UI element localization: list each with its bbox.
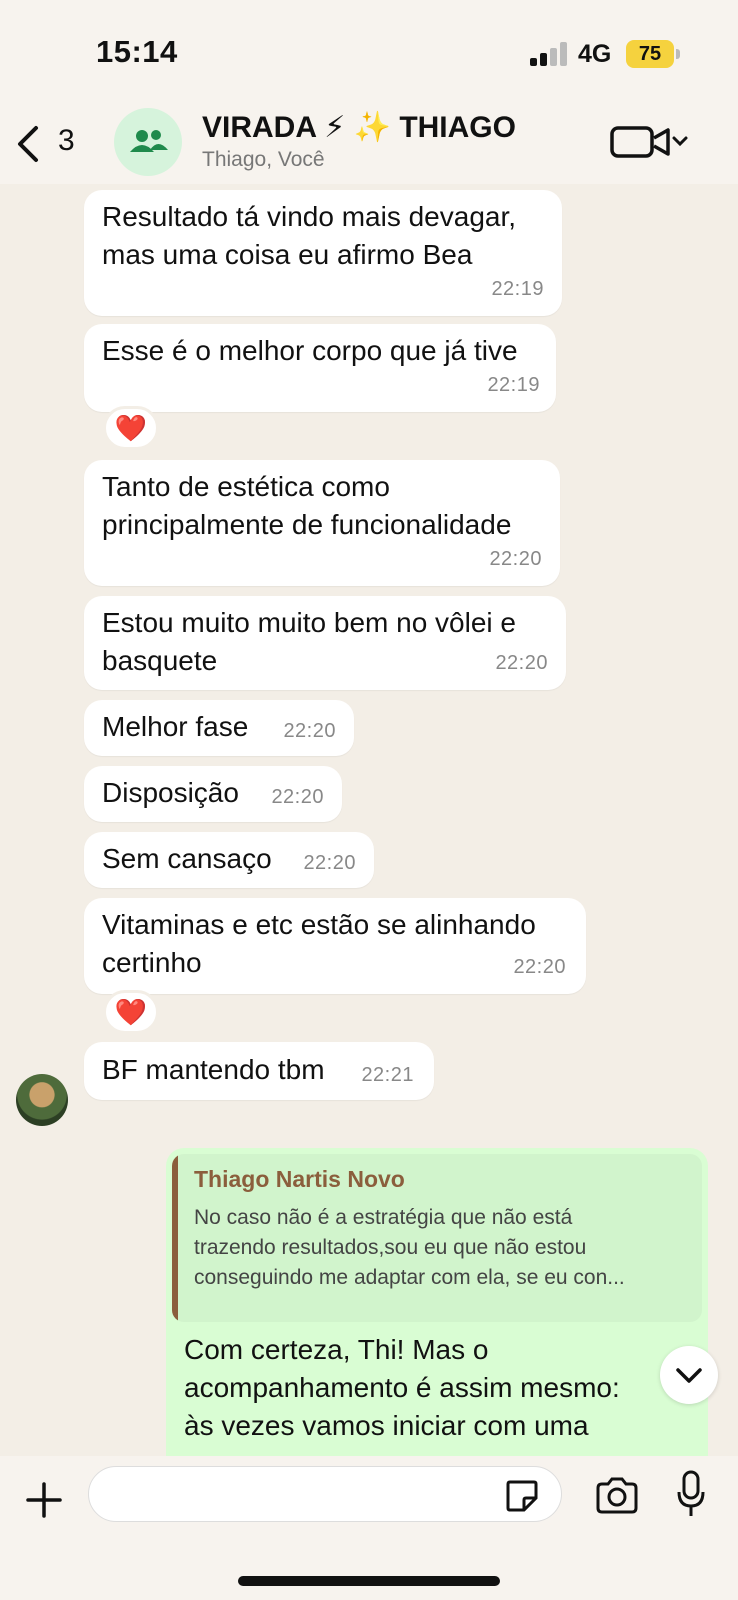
microphone-icon xyxy=(677,1470,705,1516)
message-bubble[interactable]: Vitaminas e etc estão se alinhando certi… xyxy=(84,898,586,994)
message-text-line: Com certeza, Thi! Mas o xyxy=(184,1334,489,1365)
message-time: 22:21 xyxy=(361,1064,414,1086)
message-input[interactable] xyxy=(88,1466,562,1522)
group-icon xyxy=(130,130,168,152)
outgoing-message-bubble[interactable]: Thiago Nartis Novo No caso não é a estra… xyxy=(166,1148,708,1478)
status-time: 15:14 xyxy=(96,34,178,69)
quoted-text-line: No caso não é a estratégia que não está xyxy=(194,1206,573,1229)
message-text: Resultado tá vindo mais devagar, mas uma… xyxy=(102,201,517,270)
chevron-left-icon xyxy=(18,126,38,162)
camera-button[interactable] xyxy=(594,1476,640,1516)
chat-participants: Thiago, Você xyxy=(202,148,325,171)
message-bubble[interactable]: Disposição 22:20 xyxy=(84,766,342,822)
message-bubble[interactable]: Resultado tá vindo mais devagar, mas uma… xyxy=(84,190,562,316)
quoted-sender-name: Thiago Nartis Novo xyxy=(194,1166,405,1192)
network-label: 4G xyxy=(578,40,612,68)
video-camera-icon xyxy=(610,126,688,158)
message-bubble[interactable]: Estou muito muito bem no vôlei e basquet… xyxy=(84,596,566,690)
message-time: 22:20 xyxy=(303,852,356,874)
message-text: Melhor fase xyxy=(102,711,249,742)
message-bubble[interactable]: BF mantendo tbm 22:21 xyxy=(84,1042,434,1100)
message-text: Tanto de estética como principalmente de… xyxy=(102,471,512,540)
chat-title[interactable]: VIRADA ⚡ ✨ THIAGO xyxy=(202,110,516,145)
message-time: 22:19 xyxy=(487,374,540,396)
heart-reaction[interactable]: ❤️ xyxy=(103,406,159,450)
message-bubble[interactable]: Tanto de estética como principalmente de… xyxy=(84,460,560,586)
message-text-line: acompanhamento é assim mesmo: xyxy=(184,1372,620,1403)
message-text: BF mantendo tbm xyxy=(102,1054,325,1085)
chat-header: 3 VIRADA ⚡ ✨ THIAGO Thiago, Você xyxy=(0,92,738,184)
sender-avatar[interactable] xyxy=(16,1074,68,1126)
battery-icon: 75 xyxy=(626,40,674,68)
composer-bar xyxy=(0,1456,738,1600)
quoted-message[interactable]: Thiago Nartis Novo No caso não é a estra… xyxy=(172,1154,702,1322)
home-indicator xyxy=(238,1576,500,1586)
camera-icon xyxy=(596,1477,638,1514)
battery-tip xyxy=(676,49,680,59)
plus-icon xyxy=(26,1482,62,1518)
unread-count: 3 xyxy=(58,124,75,157)
message-text-line: às vezes vamos iniciar com uma xyxy=(184,1410,589,1441)
back-button[interactable]: 3 xyxy=(14,122,84,166)
video-call-button[interactable] xyxy=(610,122,690,162)
heart-reaction[interactable]: ❤️ xyxy=(103,990,159,1034)
signal-icon xyxy=(530,42,572,66)
sticker-button[interactable] xyxy=(504,1478,540,1514)
quoted-text-line: conseguindo me adaptar com ela, se eu co… xyxy=(194,1266,625,1289)
message-time: 22:20 xyxy=(489,548,542,570)
message-text: Disposição xyxy=(102,777,239,808)
message-time: 22:20 xyxy=(271,786,324,808)
message-text: Estou muito muito bem no vôlei e basquet… xyxy=(102,607,516,676)
attach-button[interactable] xyxy=(24,1480,64,1520)
message-time: 22:20 xyxy=(283,720,336,742)
sticker-icon xyxy=(506,1480,538,1512)
message-bubble[interactable]: Esse é o melhor corpo que já tive 22:19 xyxy=(84,324,556,412)
message-text: Esse é o melhor corpo que já tive xyxy=(102,335,518,366)
message-time: 22:20 xyxy=(495,652,548,674)
message-bubble[interactable]: Sem cansaço 22:20 xyxy=(84,832,374,888)
message-time: 22:19 xyxy=(491,278,544,300)
message-time: 22:20 xyxy=(513,956,566,978)
microphone-button[interactable] xyxy=(676,1470,706,1518)
message-text: Vitaminas e etc estão se alinhando certi… xyxy=(102,909,536,978)
quoted-text-line: trazendo resultados,sou eu que não estou xyxy=(194,1236,587,1259)
quote-accent-bar xyxy=(172,1154,178,1322)
group-avatar[interactable] xyxy=(114,108,182,176)
chevron-down-icon xyxy=(676,1368,702,1383)
message-text: Sem cansaço xyxy=(102,843,272,874)
message-bubble[interactable]: Melhor fase 22:20 xyxy=(84,700,354,756)
scroll-to-bottom-button[interactable] xyxy=(660,1346,718,1404)
